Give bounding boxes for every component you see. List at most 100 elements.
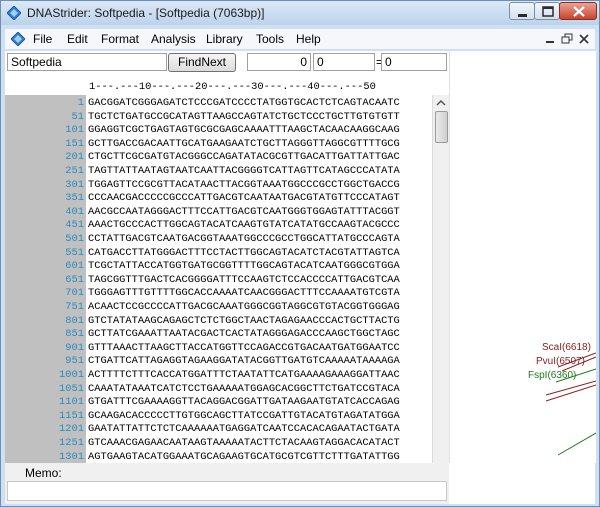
sequence-row[interactable]: 651 TAGCGGTTTGACTCACGGGGATTTCCAAGTCTCCACC… [5, 273, 435, 287]
row-position: 751 [65, 301, 84, 313]
sequence-row[interactable]: 251 TAGTTATTAATAGTAATCAATTACGGGGTCATTAGTT… [5, 164, 435, 178]
row-position: 951 [65, 355, 84, 368]
row-position: 251 [65, 165, 84, 177]
sequence-row[interactable]: 51 TGCTCTGATGCCGCATAGTTAAGCCAGTATCTGCTCCC… [5, 110, 435, 124]
row-position: 1201 [59, 423, 84, 436]
row-bases[interactable]: GAATATTATTCTCTCAAAAAATGAGGATCAATCCACACAG… [88, 422, 400, 436]
menu-file[interactable]: File [33, 32, 52, 46]
menu-edit[interactable]: Edit [67, 32, 88, 46]
row-bases[interactable]: AACGCCAATAGGGACTTTCCATTGACGTCAATGGGTGGAG… [88, 205, 400, 219]
sequence-row[interactable]: 1301 AGTGAAGTACATGGAAATGCAGAAGTGCATGCGTCG… [5, 450, 435, 464]
child-minimize-icon[interactable] [543, 32, 557, 46]
sequence-row[interactable]: 1151 GCAAGACACCCCCTTGTGGCAGCTTATCCGATTGTA… [5, 409, 435, 423]
row-bases[interactable]: GCTTGACCGACAATTGCATGAAGAATCTGCTTAGGGTTAG… [88, 137, 400, 151]
menu-library[interactable]: Library [206, 32, 243, 46]
enzyme-label-scai[interactable]: ScaI(6618) [542, 342, 591, 353]
enzyme-label-fspi[interactable]: FspI(6360) [528, 370, 576, 381]
row-bases[interactable]: GTCAAACGAGAACAATAAGTAAAAATACTTCTACAAGTAG… [88, 436, 400, 450]
sequence-row[interactable]: 1 GACGGATCGGGAGATCTCCCGATCCCCTATGGTGCACTC… [5, 96, 435, 110]
sequence-row[interactable]: 401 AACGCCAATAGGGACTTTCCATTGACGTCAATGGGTG… [5, 205, 435, 219]
sequence-row[interactable]: 201 CTGCTTCGCGATGTACGGGCCAGATATACGCGTTGAC… [5, 150, 435, 164]
row-bases[interactable]: CTGATTCATTAGAGGTAGAAGGATATACGGTTGATGTCAA… [88, 354, 400, 368]
sequence-row[interactable]: 951 CTGATTCATTAGAGGTAGAAGGATATACGGTTGATGT… [5, 354, 435, 368]
row-bases[interactable]: GTTTAAACTTAAGCTTACCATGGTTCCAGACCGTGACAAT… [88, 341, 400, 355]
sequence-row[interactable]: 801 GTCTATATAAGCAGAGCTCTCTGGCTAACTAGAGAAC… [5, 314, 435, 328]
row-bases[interactable]: AAACTGCCCACTTGGCAGTACATCAAGTGTATCATATGCC… [88, 218, 400, 232]
sequence-row[interactable]: 701 TGGGAGTTTGTTTTGGCACCAAAATCAACGGGACTTT… [5, 286, 435, 300]
menu-bar: File Edit Format Analysis Library Tools … [5, 29, 595, 49]
memo-input[interactable] [7, 481, 447, 501]
row-bases[interactable]: AGTGAAGTACATGGAAATGCAGAAGTGCATGCGTCGTTCT… [88, 450, 400, 464]
row-bases[interactable]: CCTATTGACGTCAATGACGGTAAATGGCCCGCCTGGCATT… [88, 232, 400, 246]
sequence-row[interactable]: 101 GGAGGTCGCTGAGTAGTGCGCGAGCAAAATTTAAGCT… [5, 123, 435, 137]
app-diamond-icon [7, 6, 21, 20]
menu-analysis[interactable]: Analysis [151, 32, 196, 46]
row-bases[interactable]: GTGATTTCGAAAAGGTTACAGGACGGATTGATAAGAATGT… [88, 395, 400, 409]
row-position: 801 [65, 314, 84, 327]
sequence-row[interactable]: 851 GCTTATCGAAATTAATACGACTCACTATAGGGAGACC… [5, 327, 435, 341]
row-position: 51 [71, 110, 84, 123]
row-bases[interactable]: TAGTTATTAATAGTAATCAATTACGGGGTCATTAGTTCAT… [88, 164, 400, 178]
row-bases[interactable]: CCCAACGACCCCCGCCCATTGACGTCAATAATGACGTATG… [88, 191, 400, 205]
menu-format[interactable]: Format [101, 32, 139, 46]
title-bar[interactable]: DNAStrider: Softpedia - [Softpedia (7063… [1, 1, 599, 25]
range-end-input[interactable] [313, 53, 375, 71]
maximize-button[interactable] [534, 2, 560, 20]
sequence-row[interactable]: 751 ACAACTCCGCCCCATTGACGCAAATGGGCGGTAGGCG… [5, 300, 435, 314]
sequence-row[interactable]: 301 TGGAGTTCCGCGTTACATAACTTACGGTAAATGGCCC… [5, 178, 435, 192]
row-bases[interactable]: TGGAGTTCCGCGTTACATAACTTACGGTAAATGGCCCGCC… [88, 178, 400, 192]
sequence-area[interactable]: 1 GACGGATCGGGAGATCTCCCGATCCCCTATGGTGCACTC… [59, 95, 432, 463]
row-position: 1151 [59, 409, 84, 422]
findnext-button[interactable]: FindNext [168, 53, 236, 72]
row-bases[interactable]: ACAACTCCGCCCCATTGACGCAAATGGGCGGTAGGCGTGT… [88, 300, 400, 314]
child-close-icon[interactable] [577, 32, 591, 46]
memo-label: Memo: [25, 466, 62, 480]
row-position: 301 [65, 178, 84, 191]
row-position: 1251 [59, 437, 84, 449]
sequence-ruler: 1---.---10---.---20---.---30---.---40---… [89, 81, 376, 93]
row-bases[interactable]: GCTTATCGAAATTAATACGACTCACTATAGGGAGACCCAA… [88, 327, 400, 341]
vertical-scrollbar[interactable] [432, 95, 449, 463]
row-bases[interactable]: GCAAGACACCCCCTTGTGGCAGCTTATCCGATTGTACATG… [88, 409, 400, 423]
row-bases[interactable]: GACGGATCGGGAGATCTCCCGATCCCCTATGGTGCACTCT… [88, 96, 400, 110]
sequence-row[interactable]: 151 GCTTGACCGACAATTGCATGAAGAATCTGCTTAGGGT… [5, 137, 435, 151]
sequence-row[interactable]: 501 CCTATTGACGTCAATGACGGTAAATGGCCCGCCTGGC… [5, 232, 435, 246]
menu-help[interactable]: Help [296, 32, 321, 46]
sequence-row[interactable]: 1051 CAAATATAAATCATCTCCTGAAAAATGGAGCACGGC… [5, 382, 435, 396]
sequence-row[interactable]: 451 AAACTGCCCACTTGGCAGTACATCAAGTGTATCATAT… [5, 218, 435, 232]
row-bases[interactable]: CAAATATAAATCATCTCCTGAAAAATGGAGCACGGCTTCT… [88, 382, 400, 396]
scroll-up-icon[interactable] [433, 96, 449, 110]
row-bases[interactable]: TGGGAGTTTGTTTTGGCACCAAAATCAACGGGACTTTCCA… [88, 286, 400, 300]
enzyme-label-pvui[interactable]: PvuI(6507) [536, 356, 585, 367]
row-bases[interactable]: GGAGGTCGCTGAGTAGTGCGCGAGCAAAATTTAAGCTACA… [88, 123, 400, 137]
menu-tools[interactable]: Tools [256, 32, 284, 46]
row-bases[interactable]: TCGCTATTACCATGGTGATGCGGTTTTGGCAGTACATCAA… [88, 259, 400, 273]
close-button[interactable] [559, 2, 597, 20]
sequence-row[interactable]: 351 CCCAACGACCCCCGCCCATTGACGTCAATAATGACGT… [5, 191, 435, 205]
range-result-input[interactable] [381, 53, 447, 71]
minimize-button[interactable] [509, 2, 535, 20]
row-position: 101 [65, 124, 84, 137]
document-diamond-icon[interactable] [11, 32, 25, 46]
row-bases[interactable]: CTGCTTCGCGATGTACGGGCCAGATATACGCGTTGACATT… [88, 150, 400, 164]
row-bases[interactable]: CATGACCTTATGGGACTTTCCTACTTGGCAGTACATCTAC… [88, 246, 400, 260]
sequence-row[interactable]: 901 GTTTAAACTTAAGCTTACCATGGTTCCAGACCGTGAC… [5, 341, 435, 355]
sequence-row[interactable]: 601 TCGCTATTACCATGGTGATGCGGTTTTGGCAGTACAT… [5, 259, 435, 273]
sequence-row[interactable]: 1001 ACTTTTCTTTCACCATGGATTTCTAATATTCATGAA… [5, 368, 435, 382]
scroll-thumb[interactable] [435, 111, 448, 143]
row-position: 851 [65, 328, 84, 341]
search-input[interactable] [7, 53, 167, 71]
row-bases[interactable]: ACTTTTCTTTCACCATGGATTTCTAATATTCATGAAAAGA… [88, 368, 400, 382]
row-bases[interactable]: TGCTCTGATGCCGCATAGTTAAGCCAGTATCTGCTCCCTG… [88, 110, 400, 124]
row-bases[interactable]: GTCTATATAAGCAGAGCTCTCTGGCTAACTAGAGAACCCA… [88, 314, 400, 328]
restriction-map-panel: ScaI(6618) PvuI(6507) FspI(6360) [449, 51, 596, 463]
app-window: DNAStrider: Softpedia - [Softpedia (7063… [0, 0, 600, 507]
sequence-row[interactable]: 551 CATGACCTTATGGGACTTTCCTACTTGGCAGTACATC… [5, 246, 435, 260]
range-start-input[interactable] [247, 53, 311, 71]
sequence-row[interactable]: 1101 GTGATTTCGAAAAGGTTACAGGACGGATTGATAAGA… [5, 395, 435, 409]
row-position: 601 [65, 260, 84, 273]
sequence-row[interactable]: 1201 GAATATTATTCTCTCAAAAAATGAGGATCAATCCAC… [5, 422, 435, 436]
row-bases[interactable]: TAGCGGTTTGACTCACGGGGATTTCCAAGTCTCCACCCCA… [88, 273, 400, 287]
child-restore-icon[interactable] [560, 32, 574, 46]
sequence-row[interactable]: 1251 GTCAAACGAGAACAATAAGTAAAAATACTTCTACAA… [5, 436, 435, 450]
